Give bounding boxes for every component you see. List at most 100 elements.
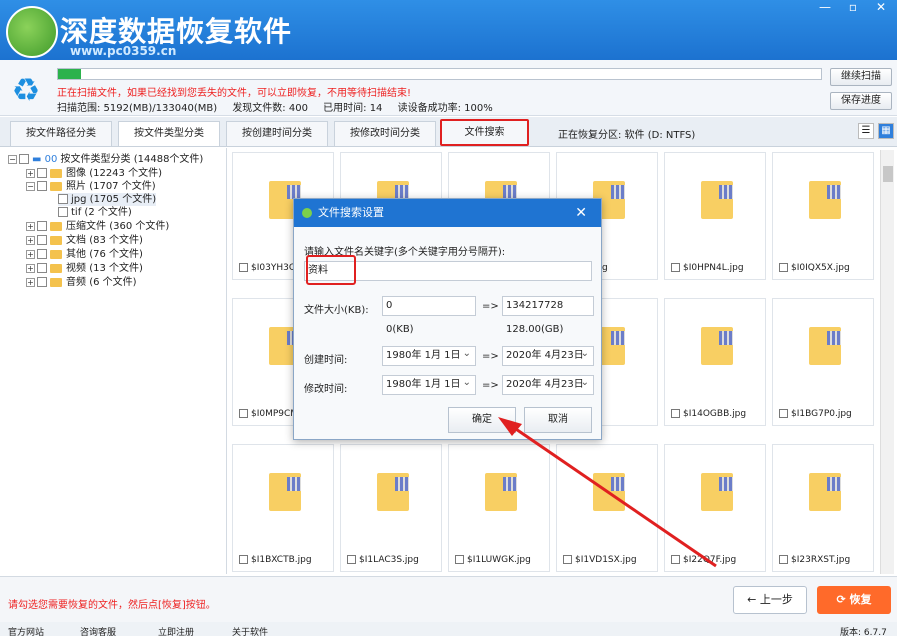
size-max-input[interactable]: 134217728: [502, 296, 594, 316]
consult-service-link[interactable]: 咨询客服: [80, 625, 116, 638]
file-checkbox[interactable]: [671, 409, 680, 418]
file-card[interactable]: $I23RXST.jpg: [772, 444, 874, 572]
file-checkbox[interactable]: [779, 555, 788, 564]
file-card[interactable]: $I22Q7F.jpg: [664, 444, 766, 572]
file-checkbox[interactable]: [779, 409, 788, 418]
image-thumbnail-icon: [701, 473, 733, 511]
modified-time-label: 修改时间:: [304, 380, 347, 395]
tree-root-label: 按文件类型分类: [61, 154, 131, 165]
official-site-link[interactable]: 官方网站: [8, 625, 44, 638]
grid-scrollbar[interactable]: [880, 150, 894, 574]
recover-button[interactable]: ⟳ 恢复: [817, 586, 891, 614]
tree-item-audio[interactable]: +音频 (6 个文件): [26, 276, 137, 289]
file-caption: $I23RXST.jpg: [779, 555, 850, 565]
file-name: $I0HPN4L.jpg: [683, 263, 744, 273]
confirm-button[interactable]: 确定: [448, 407, 516, 433]
file-checkbox[interactable]: [239, 555, 248, 564]
cancel-button[interactable]: 取消: [524, 407, 592, 433]
size-min-input[interactable]: 0: [382, 296, 476, 316]
recover-hint: 请勾选您需要恢复的文件，然后点[恢复]按钮。: [8, 596, 216, 611]
file-caption: $I14OGBB.jpg: [671, 409, 746, 419]
tree-item-photo[interactable]: −照片 (1707 个文件): [26, 180, 156, 193]
created-range-separator: =>: [482, 351, 499, 362]
file-name: $I1BG7P0.jpg: [791, 409, 852, 419]
image-thumbnail-icon: [485, 473, 517, 511]
file-caption: $I03YH3C: [239, 263, 295, 273]
file-checkbox[interactable]: [239, 409, 248, 418]
tree-item-document[interactable]: +文档 (83 个文件): [26, 234, 143, 247]
read-rate: 读设备成功率: 100%: [398, 103, 493, 114]
modified-from-date[interactable]: 1980年 1月 1日: [382, 375, 476, 395]
tree-item-tif[interactable]: tif (2 个文件): [58, 206, 132, 219]
file-card[interactable]: $I0HPN4L.jpg: [664, 152, 766, 280]
dialog-close-button[interactable]: ✕: [575, 199, 587, 227]
scan-progress-bar: [57, 68, 822, 80]
file-name: $I23RXST.jpg: [791, 555, 850, 565]
recovering-partition: 正在恢复分区: 软件 (D: NTFS): [558, 126, 695, 141]
watermark: www.pc0359.cn: [70, 44, 176, 58]
previous-step-button[interactable]: ← 上一步: [733, 586, 807, 614]
file-card[interactable]: $I1LAC3S.jpg: [340, 444, 442, 572]
dialog-app-icon: [302, 208, 312, 218]
file-card[interactable]: $I1LUWGK.jpg: [448, 444, 550, 572]
save-progress-button[interactable]: 保存进度: [830, 92, 892, 110]
file-name: $I1VD1SX.jpg: [575, 555, 637, 565]
file-name: $I0IQX5X.jpg: [791, 263, 850, 273]
file-checkbox[interactable]: [563, 555, 572, 564]
file-checkbox[interactable]: [779, 263, 788, 272]
tree-item-video[interactable]: +视频 (13 个文件): [26, 262, 143, 275]
tab-by-type[interactable]: 按文件类型分类: [118, 121, 220, 146]
file-card[interactable]: $I1VD1SX.jpg: [556, 444, 658, 572]
grid-view-icon[interactable]: ▦: [878, 123, 894, 139]
about-link[interactable]: 关于软件: [232, 625, 268, 638]
file-caption: $I0MP9CM: [239, 409, 298, 419]
register-link[interactable]: 立即注册: [158, 625, 194, 638]
file-card[interactable]: $I0IQX5X.jpg: [772, 152, 874, 280]
footer-bar: 官方网站 咨询客服 立即注册 关于软件 版本: 6.7.7: [0, 622, 897, 636]
maximize-button[interactable]: ▫: [838, 0, 868, 16]
image-thumbnail-icon: [593, 473, 625, 511]
file-caption: $I1VD1SX.jpg: [563, 555, 637, 565]
modified-to-date[interactable]: 2020年 4月23日: [502, 375, 594, 395]
tree-item-other[interactable]: +其他 (76 个文件): [26, 248, 143, 261]
tree-root[interactable]: −▬ 00 按文件类型分类 (14488个文件): [8, 153, 203, 166]
modified-range-separator: =>: [482, 380, 499, 391]
file-checkbox[interactable]: [671, 263, 680, 272]
file-checkbox[interactable]: [455, 555, 464, 564]
image-thumbnail-icon: [701, 327, 733, 365]
category-tree: −▬ 00 按文件类型分类 (14488个文件) +图像 (12243 个文件)…: [0, 148, 227, 574]
created-from-date[interactable]: 1980年 1月 1日: [382, 346, 476, 366]
file-card[interactable]: $I1BXCTB.jpg: [232, 444, 334, 572]
tab-file-search[interactable]: 文件搜索: [440, 119, 529, 146]
tab-by-created[interactable]: 按创建时间分类: [226, 121, 328, 146]
file-checkbox[interactable]: [239, 263, 248, 272]
file-card[interactable]: $I14OGBB.jpg: [664, 298, 766, 426]
file-card[interactable]: $I1BG7P0.jpg: [772, 298, 874, 426]
tree-item-archive[interactable]: +压缩文件 (360 个文件): [26, 220, 169, 233]
file-caption: $I1LAC3S.jpg: [347, 555, 419, 565]
file-caption: $I22Q7F.jpg: [671, 555, 736, 565]
image-thumbnail-icon: [809, 327, 841, 365]
file-caption: $I1LUWGK.jpg: [455, 555, 531, 565]
file-caption: $I1BXCTB.jpg: [239, 555, 312, 565]
tab-by-path[interactable]: 按文件路径分类: [10, 121, 112, 146]
image-thumbnail-icon: [377, 473, 409, 511]
continue-scan-button[interactable]: 继续扫描: [830, 68, 892, 86]
list-view-icon[interactable]: ☰: [858, 123, 874, 139]
close-button[interactable]: ✕: [866, 0, 896, 16]
tab-by-modified[interactable]: 按修改时间分类: [334, 121, 436, 146]
image-thumbnail-icon: [809, 473, 841, 511]
file-caption: $I0HPN4L.jpg: [671, 263, 744, 273]
size-label: 文件大小(KB):: [304, 301, 369, 316]
tree-item-jpg[interactable]: jpg (1705 个文件): [58, 193, 156, 206]
image-thumbnail-icon: [701, 181, 733, 219]
dialog-title: 文件搜索设置: [318, 206, 384, 219]
scan-stats: 扫描范围: 5192(MB)/133040(MB) 发现文件数: 400 已用时…: [57, 99, 505, 114]
file-name: $I14OGBB.jpg: [683, 409, 746, 419]
minimize-button[interactable]: —: [810, 0, 840, 16]
dialog-header: 文件搜索设置 ✕: [294, 199, 601, 227]
file-checkbox[interactable]: [671, 555, 680, 564]
file-checkbox[interactable]: [347, 555, 356, 564]
created-to-date[interactable]: 2020年 4月23日: [502, 346, 594, 366]
tree-item-image[interactable]: +图像 (12243 个文件): [26, 167, 162, 180]
